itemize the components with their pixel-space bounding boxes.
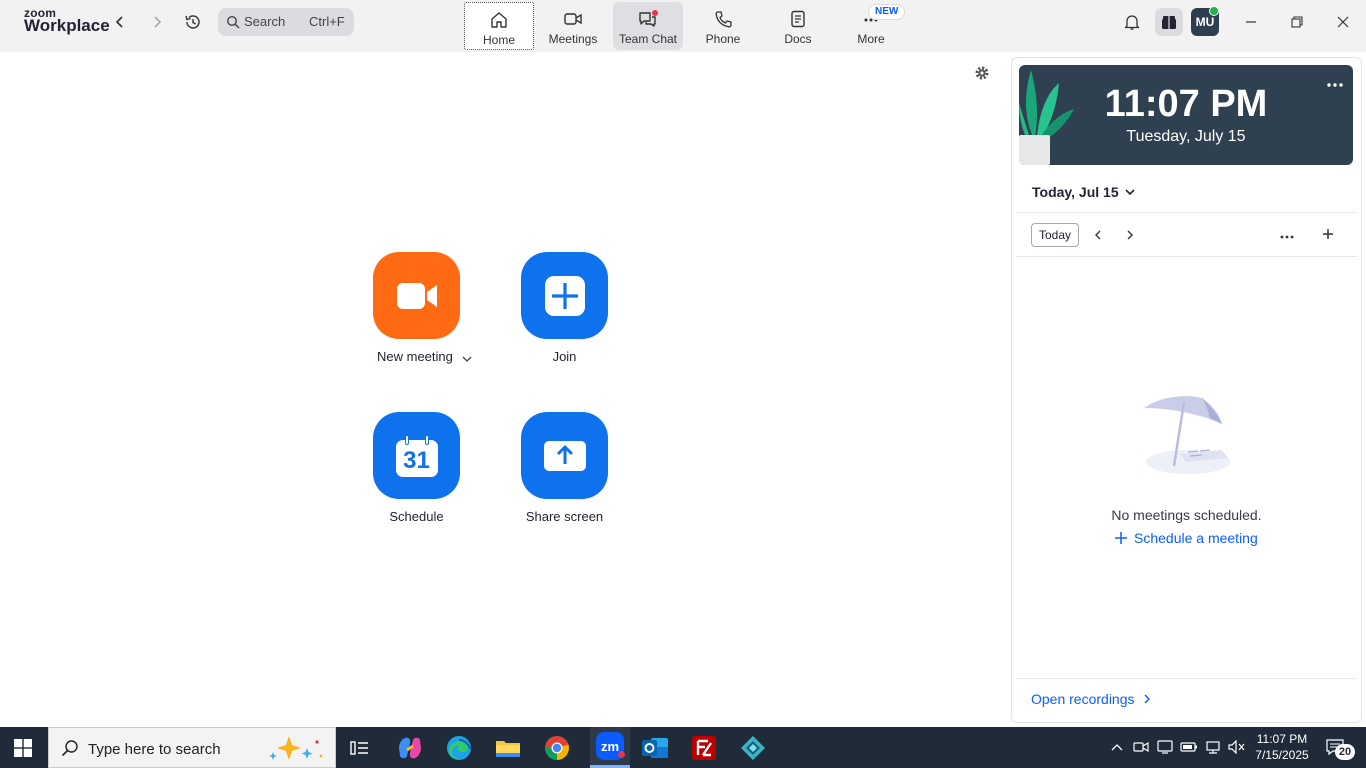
schedule-meeting-link[interactable]: Schedule a meeting bbox=[1114, 530, 1258, 546]
restore-icon[interactable] bbox=[1285, 12, 1309, 32]
tab-label: Meetings bbox=[548, 32, 598, 46]
notification-center-icon[interactable]: 20 bbox=[1325, 738, 1355, 760]
share-arrow-icon bbox=[543, 440, 586, 471]
sparkle-icon bbox=[269, 736, 323, 760]
divider bbox=[1016, 212, 1357, 213]
chat-icon bbox=[639, 10, 658, 27]
calendar-day: 31 bbox=[403, 446, 430, 474]
video-camera-icon bbox=[396, 282, 437, 309]
share-screen-button[interactable] bbox=[521, 412, 608, 499]
tab-label: Team Chat bbox=[618, 32, 678, 46]
taskbar-search-placeholder: Type here to search bbox=[88, 741, 221, 758]
meet-now-icon[interactable] bbox=[1131, 737, 1151, 757]
chevron-right-icon bbox=[1144, 694, 1150, 704]
add-event-icon[interactable] bbox=[1321, 227, 1337, 243]
taskbar-time: 11:07 PM bbox=[1256, 732, 1308, 746]
title-bar: zoom Workplace Search Ctrl+F Home Meetin… bbox=[0, 0, 1366, 52]
document-icon bbox=[791, 10, 805, 28]
tab-home[interactable]: Home bbox=[464, 2, 534, 50]
avatar-initials: MU bbox=[1195, 15, 1215, 29]
tab-phone[interactable]: Phone bbox=[688, 2, 758, 50]
close-icon[interactable] bbox=[1331, 12, 1355, 32]
schedule-button[interactable]: 31 bbox=[373, 412, 460, 499]
clock-date: Tuesday, July 15 bbox=[1126, 128, 1246, 145]
chevron-up-icon[interactable] bbox=[1107, 737, 1127, 757]
next-day-icon[interactable] bbox=[1124, 228, 1138, 242]
phone-icon bbox=[715, 11, 732, 28]
zoom-taskbar-icon[interactable]: zm bbox=[590, 727, 630, 768]
divider bbox=[1016, 678, 1357, 679]
calendar-more-icon[interactable] bbox=[1279, 229, 1297, 241]
battery-icon[interactable] bbox=[1179, 737, 1199, 757]
history-icon[interactable] bbox=[183, 12, 203, 32]
windows-taskbar: Type here to search zm 11:07 PM 7/15/202… bbox=[0, 727, 1366, 768]
online-status-dot bbox=[1209, 6, 1219, 16]
today-button[interactable]: Today bbox=[1031, 223, 1079, 247]
taskbar-search-input[interactable]: Type here to search bbox=[48, 727, 336, 768]
search-label: Search bbox=[244, 14, 286, 29]
new-meeting-label: New meeting bbox=[377, 349, 453, 364]
tab-label: More bbox=[857, 32, 885, 46]
back-arrow-icon[interactable] bbox=[110, 12, 130, 32]
app-logo: Workplace bbox=[24, 16, 110, 35]
edge-browser-icon[interactable] bbox=[443, 732, 475, 764]
chevron-down-icon[interactable] bbox=[461, 351, 475, 363]
tab-label: Home bbox=[482, 33, 515, 47]
search-shortcut: Ctrl+F bbox=[309, 14, 345, 29]
windows-start-icon[interactable] bbox=[14, 739, 32, 757]
beach-umbrella-illustration bbox=[1144, 396, 1230, 474]
network-icon[interactable] bbox=[1203, 737, 1223, 757]
schedule-label: Schedule bbox=[389, 509, 444, 524]
notification-count: 20 bbox=[1335, 744, 1355, 760]
video-camera-icon bbox=[564, 13, 582, 25]
chrome-icon[interactable] bbox=[541, 732, 573, 764]
divider bbox=[1016, 256, 1357, 257]
day-selector[interactable]: Today, Jul 15 bbox=[1032, 184, 1135, 200]
plus-icon bbox=[1115, 532, 1127, 544]
search-icon bbox=[61, 740, 78, 757]
join-button[interactable] bbox=[521, 252, 608, 339]
outlook-icon[interactable] bbox=[639, 732, 671, 764]
tab-meetings[interactable]: Meetings bbox=[538, 2, 608, 50]
tab-label: Docs bbox=[784, 32, 812, 46]
plus-icon bbox=[544, 275, 585, 316]
tab-docs[interactable]: Docs bbox=[763, 2, 833, 50]
home-icon bbox=[491, 12, 507, 28]
file-explorer-icon[interactable] bbox=[492, 732, 524, 764]
tab-label: Phone bbox=[705, 32, 741, 46]
open-recordings-link[interactable]: Open recordings bbox=[1031, 691, 1151, 707]
forward-arrow-icon[interactable] bbox=[147, 12, 167, 32]
copilot-icon[interactable] bbox=[394, 732, 426, 764]
app-diamond-icon[interactable] bbox=[737, 732, 769, 764]
empty-state-text: No meetings scheduled. bbox=[1111, 507, 1262, 523]
gift-icon[interactable] bbox=[1155, 8, 1183, 36]
clock-time: 11:07 PM bbox=[1104, 83, 1268, 125]
new-meeting-button[interactable] bbox=[373, 252, 460, 339]
open-recordings-label: Open recordings bbox=[1031, 691, 1135, 707]
search-input[interactable]: Search Ctrl+F bbox=[218, 8, 354, 36]
more-options-icon[interactable] bbox=[1325, 77, 1347, 91]
new-badge: NEW bbox=[868, 4, 906, 20]
filezilla-icon[interactable] bbox=[688, 732, 720, 764]
search-icon bbox=[226, 15, 240, 29]
prev-day-icon[interactable] bbox=[1092, 228, 1106, 242]
join-label: Join bbox=[552, 349, 577, 364]
schedule-meeting-label: Schedule a meeting bbox=[1134, 530, 1258, 546]
tab-team-chat[interactable]: Team Chat bbox=[613, 2, 683, 50]
chevron-down-icon bbox=[1125, 189, 1135, 196]
taskbar-clock[interactable]: 11:07 PM 7/15/2025 bbox=[1250, 731, 1314, 763]
share-screen-label: Share screen bbox=[525, 509, 604, 524]
task-view-icon[interactable] bbox=[344, 732, 376, 764]
display-icon[interactable] bbox=[1155, 737, 1175, 757]
calendar-icon: 31 bbox=[395, 434, 438, 477]
clock-card: 11:07 PM Tuesday, July 15 bbox=[1019, 65, 1353, 165]
volume-muted-icon[interactable] bbox=[1227, 737, 1247, 757]
settings-gear-icon[interactable] bbox=[972, 63, 992, 83]
minimize-icon[interactable] bbox=[1239, 12, 1263, 32]
taskbar-date: 7/15/2025 bbox=[1255, 748, 1309, 762]
day-selector-label: Today, Jul 15 bbox=[1032, 184, 1119, 200]
notification-bell-icon[interactable] bbox=[1121, 11, 1143, 33]
